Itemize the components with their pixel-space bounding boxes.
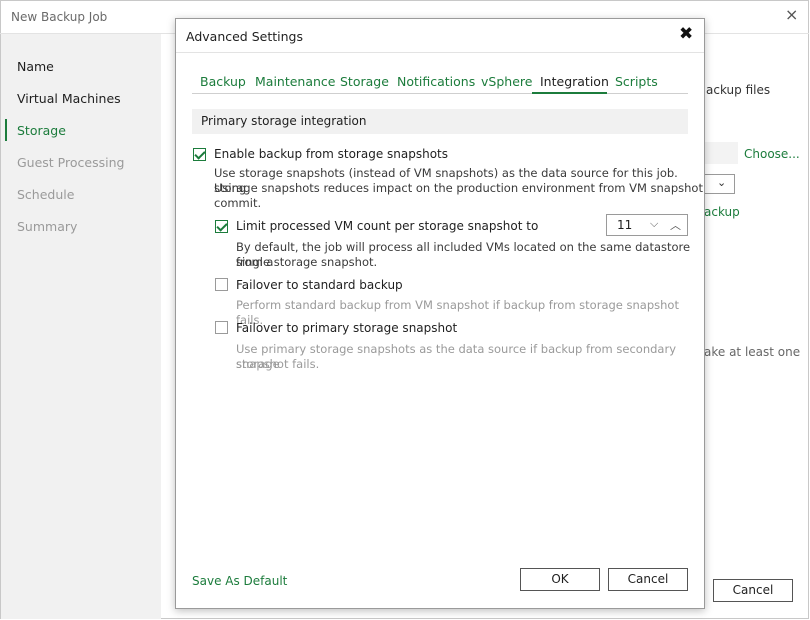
tab-maintenance[interactable]: Maintenance (255, 74, 336, 89)
wizard-steps-sidebar: Name Virtual Machines Storage Guest Proc… (1, 34, 161, 619)
tab-backup[interactable]: Backup (200, 74, 246, 89)
enable-storage-snapshots-label[interactable]: Enable backup from storage snapshots (214, 147, 448, 161)
wizard-cancel-button[interactable]: Cancel (713, 579, 793, 602)
repository-dropdown[interactable]: ⌄ (704, 174, 735, 194)
limit-vm-count-label[interactable]: Limit processed VM count per storage sna… (236, 219, 538, 233)
limit-vm-count-checkbox[interactable] (215, 220, 228, 233)
chevron-down-icon: ⌄ (717, 176, 727, 189)
step-guest-processing: Guest Processing (17, 155, 125, 170)
vm-count-stepper[interactable]: 11 ⌵ ︿ (606, 214, 688, 236)
tab-vsphere[interactable]: vSphere (481, 74, 532, 89)
limit-vm-count-desc-2: single storage snapshot. (236, 255, 378, 269)
choose-link[interactable]: Choose... (744, 147, 800, 161)
enable-storage-snapshots-desc-3: commit. (214, 196, 262, 210)
step-summary: Summary (17, 219, 78, 234)
step-schedule: Schedule (17, 187, 75, 202)
tab-storage[interactable]: Storage (340, 74, 389, 89)
failover-primary-label[interactable]: Failover to primary storage snapshot (236, 321, 457, 335)
take-at-least-text: ake at least one (704, 345, 801, 359)
failover-standard-label[interactable]: Failover to standard backup (236, 278, 403, 292)
tab-strip-divider (192, 93, 688, 94)
backup-link[interactable]: ackup (704, 205, 740, 219)
close-icon[interactable]: ✖ (679, 24, 693, 44)
failover-primary-checkbox[interactable] (215, 321, 228, 334)
save-as-default-link[interactable]: Save As Default (192, 574, 287, 588)
advanced-settings-dialog: Advanced Settings ✖ Backup Maintenance S… (175, 18, 705, 609)
step-storage[interactable]: Storage (17, 123, 66, 138)
step-name[interactable]: Name (17, 59, 54, 74)
wizard-close-icon[interactable]: × (785, 5, 798, 24)
tab-integration[interactable]: Integration (540, 74, 609, 89)
dialog-title-divider (176, 52, 704, 53)
vm-count-value[interactable]: 11 (617, 218, 632, 232)
section-header-label: Primary storage integration (201, 114, 367, 128)
dialog-title: Advanced Settings (186, 29, 303, 44)
repository-field (704, 142, 738, 164)
chevron-down-icon[interactable]: ⌵ (650, 217, 658, 231)
failover-primary-desc-2: snapshot fails. (236, 357, 320, 371)
section-header: Primary storage integration (192, 109, 688, 134)
step-virtual-machines[interactable]: Virtual Machines (17, 91, 121, 106)
cancel-button[interactable]: Cancel (608, 568, 688, 591)
active-tab-indicator (532, 92, 607, 94)
tab-scripts[interactable]: Scripts (615, 74, 658, 89)
chevron-up-icon[interactable]: ︿ (670, 217, 681, 233)
ok-button[interactable]: OK (520, 568, 600, 591)
current-step-indicator (5, 119, 7, 141)
backup-files-text: ackup files (706, 83, 771, 97)
enable-storage-snapshots-checkbox[interactable] (193, 148, 206, 161)
enable-storage-snapshots-desc-2: storage snapshots reduces impact on the … (214, 181, 703, 195)
wizard-title: New Backup Job (11, 10, 108, 24)
tab-notifications[interactable]: Notifications (397, 74, 475, 89)
failover-standard-checkbox[interactable] (215, 278, 228, 291)
